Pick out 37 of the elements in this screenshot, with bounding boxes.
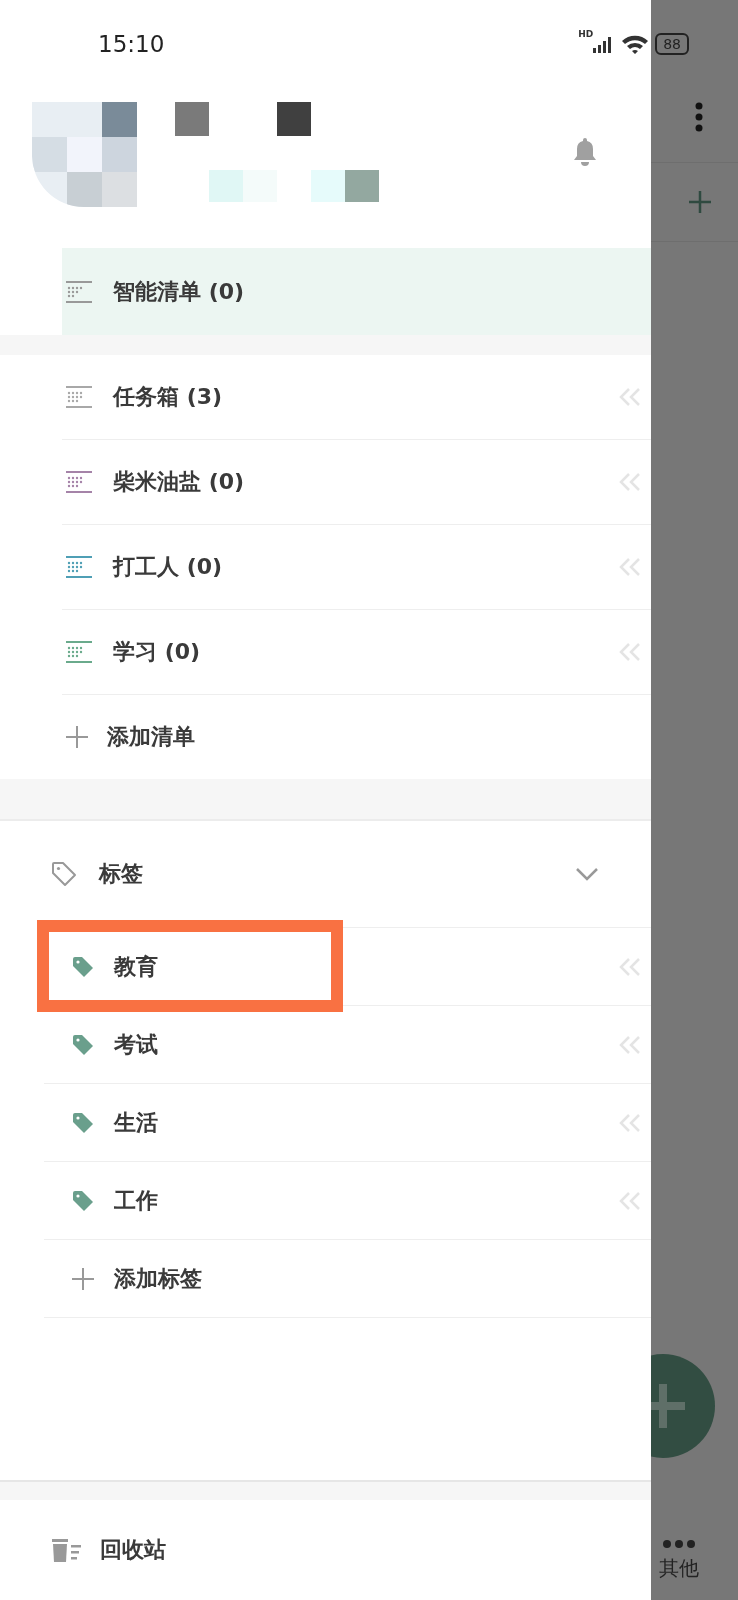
tag-icon <box>72 1033 94 1056</box>
drag-handle-icon[interactable] <box>619 643 643 661</box>
drag-handle-icon[interactable] <box>619 388 643 406</box>
tag-icon <box>72 955 94 978</box>
status-time: 15:10 <box>98 31 165 57</box>
drag-handle-icon[interactable] <box>619 558 643 576</box>
list-item[interactable]: 打工人 (0) <box>62 525 651 610</box>
more-dots-icon <box>662 1539 696 1549</box>
plus-icon <box>66 726 88 748</box>
plus-icon <box>688 191 711 213</box>
tag-icon <box>72 1189 94 1212</box>
trash-icon <box>50 1537 82 1563</box>
plus-icon <box>72 1267 94 1290</box>
more-icon <box>694 102 703 132</box>
tag-icon <box>72 1111 94 1134</box>
drag-handle-icon[interactable] <box>619 1113 643 1132</box>
list-item[interactable]: 学习 (0) <box>62 610 651 695</box>
tag-outline-icon <box>51 861 77 887</box>
list-item[interactable]: 柴米油盐 (0) <box>62 440 651 525</box>
drag-handle-icon[interactable] <box>619 473 643 491</box>
bell-icon[interactable] <box>571 136 599 166</box>
wifi-icon <box>621 33 650 55</box>
drag-handle-icon[interactable] <box>619 957 643 976</box>
trash-item[interactable]: 回收站 <box>0 1500 651 1600</box>
add-tag-button[interactable]: 添加标签 <box>44 1240 651 1318</box>
network-type: HD <box>578 29 594 39</box>
add-list-button[interactable]: 添加清单 <box>62 695 651 779</box>
smart-list-item[interactable]: 智能清单 (0) <box>62 248 651 335</box>
list-icon <box>66 280 92 303</box>
tab-label: 其他 <box>659 1555 699 1582</box>
list-item[interactable]: 任务箱 (3) <box>62 355 651 440</box>
tag-item[interactable]: 考试 <box>44 1006 651 1084</box>
drag-handle-icon[interactable] <box>619 1191 643 1210</box>
tag-item[interactable]: 生活 <box>44 1084 651 1162</box>
tag-item[interactable]: 工作 <box>44 1162 651 1240</box>
tags-section-header[interactable]: 标签 <box>0 821 651 927</box>
drag-handle-icon[interactable] <box>619 1035 643 1054</box>
